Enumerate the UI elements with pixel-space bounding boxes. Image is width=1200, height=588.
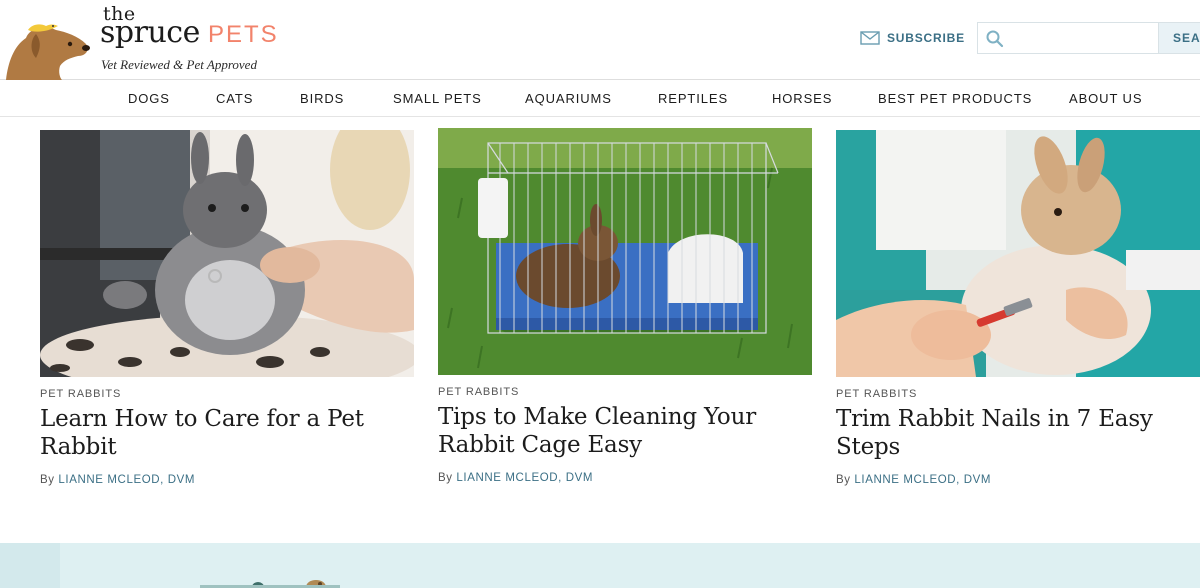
site-logo[interactable]: the spruce PETS Vet Reviewed & Pet Appro…	[0, 0, 300, 80]
nav-item-dogs[interactable]: DOGS	[128, 91, 170, 106]
nav-item-horses[interactable]: HORSES	[772, 91, 832, 106]
site-header: the spruce PETS Vet Reviewed & Pet Appro…	[0, 0, 1200, 80]
nav-item-reptiles[interactable]: REPTILES	[658, 91, 728, 106]
article-image[interactable]	[438, 128, 812, 375]
logo-word-pets: PETS	[208, 21, 279, 48]
logo-tagline: Vet Reviewed & Pet Approved	[101, 57, 257, 72]
subscribe-label: SUBSCRIBE	[887, 31, 965, 45]
subscribe-link[interactable]: SUBSCRIBE	[860, 28, 965, 48]
author-link[interactable]: LIANNE MCLEOD, DVM	[456, 472, 593, 484]
search-box	[977, 22, 1158, 54]
nav-item-birds[interactable]: BIRDS	[300, 91, 344, 106]
article-image[interactable]	[836, 130, 1200, 377]
logo-word-spruce: spruce	[100, 15, 200, 50]
nav-item-about-us[interactable]: ABOUT US	[1069, 91, 1142, 106]
nav-item-cats[interactable]: CATS	[216, 91, 253, 106]
article-byline: By LIANNE MCLEOD, DVM	[40, 474, 195, 486]
envelope-icon	[860, 31, 880, 45]
nav-item-aquariums[interactable]: AQUARIUMS	[525, 91, 612, 106]
dog-mascot-icon	[6, 24, 90, 80]
nav-item-small-pets[interactable]: SMALL PETS	[393, 91, 482, 106]
article-title[interactable]: Tips to Make Cleaning Your Rabbit Cage E…	[438, 403, 812, 459]
article-image[interactable]	[40, 130, 414, 377]
article-category[interactable]: PET RABBITS	[836, 388, 917, 400]
article-byline: By LIANNE MCLEOD, DVM	[438, 472, 593, 484]
byline-prefix: By	[836, 474, 851, 486]
banner-illustration	[0, 543, 1200, 588]
main-nav: DOGS CATS BIRDS SMALL PETS AQUARIUMS REP…	[0, 80, 1200, 117]
byline-prefix: By	[40, 474, 55, 486]
rabbit-photo	[40, 130, 414, 377]
author-link[interactable]: LIANNE MCLEOD, DVM	[58, 474, 195, 486]
next-section-banner	[0, 543, 1200, 588]
search-icon	[986, 30, 1004, 48]
rabbit-nail-trim-photo	[836, 130, 1200, 377]
nav-item-best-pet-products[interactable]: BEST PET PRODUCTS	[878, 91, 1032, 106]
article-title[interactable]: Learn How to Care for a Pet Rabbit	[40, 405, 414, 461]
article-title[interactable]: Trim Rabbit Nails in 7 Easy Steps	[836, 405, 1200, 461]
article-byline: By LIANNE MCLEOD, DVM	[836, 474, 991, 486]
author-link[interactable]: LIANNE MCLEOD, DVM	[854, 474, 991, 486]
article-category[interactable]: PET RABBITS	[40, 388, 121, 400]
article-category[interactable]: PET RABBITS	[438, 386, 519, 398]
byline-prefix: By	[438, 472, 453, 484]
rabbit-cage-photo	[438, 128, 812, 375]
search-input[interactable]	[1010, 27, 1150, 49]
search-button[interactable]: SEAR	[1158, 22, 1200, 54]
